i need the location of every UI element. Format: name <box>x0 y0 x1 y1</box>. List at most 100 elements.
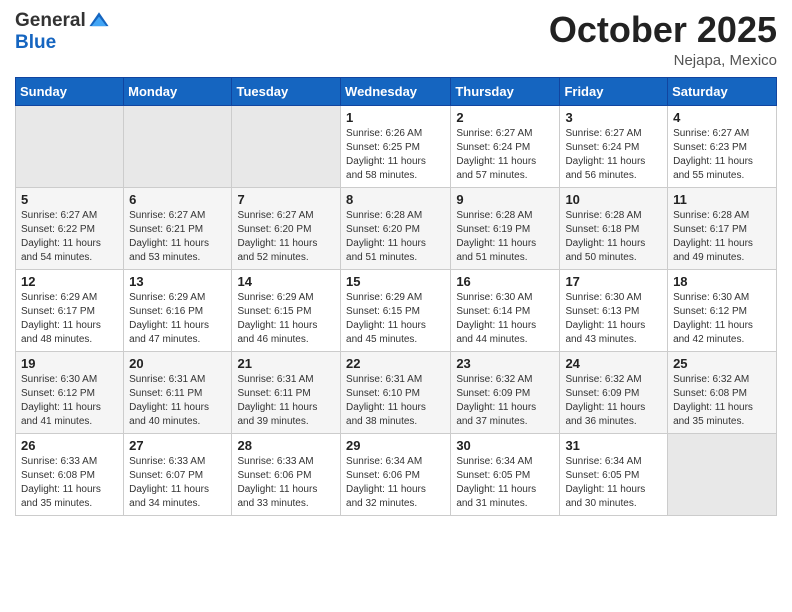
week-row-1: 1Sunrise: 6:26 AMSunset: 6:25 PMDaylight… <box>16 105 777 187</box>
day-number: 28 <box>237 438 335 453</box>
day-cell: 22Sunrise: 6:31 AMSunset: 6:10 PMDayligh… <box>341 351 451 433</box>
weekday-header-sunday: Sunday <box>16 77 124 105</box>
day-cell: 13 Sunrise: 6:29 AMSunset: 6:16 PMDayligh… <box>124 269 232 351</box>
day-info: Sunrise: 6:28 AMSunset: 6:17 PMDaylight:… <box>673 209 771 265</box>
day-info: Sunrise: 6:27 AMSunset: 6:21 PMDaylight:… <box>129 209 226 265</box>
day-number: 14 <box>237 274 335 289</box>
weekday-header-tuesday: Tuesday <box>232 77 341 105</box>
day-number: 4 <box>673 110 771 125</box>
day-cell: 26 Sunrise: 6:33 AMSunset: 6:08 PMDayligh… <box>16 433 124 515</box>
day-info: Sunrise: 6:32 AMSunset: 6:09 PMDaylight:… <box>456 373 554 429</box>
weekday-header-thursday: Thursday <box>451 77 560 105</box>
day-info: Sunrise: 6:30 AMSunset: 6:14 PMDaylight:… <box>456 291 554 347</box>
week-row-4: 19 Sunrise: 6:30 AMSunset: 6:12 PMDayligh… <box>16 351 777 433</box>
day-number: 29 <box>346 438 445 453</box>
day-cell: 20Sunrise: 6:31 AMSunset: 6:11 PMDayligh… <box>124 351 232 433</box>
day-info: Sunrise: 6:29 AMSunset: 6:16 PMDaylight:… <box>129 291 226 347</box>
day-info: Sunrise: 6:34 AMSunset: 6:05 PMDaylight:… <box>565 455 662 511</box>
day-cell: 11 Sunrise: 6:28 AMSunset: 6:17 PMDayligh… <box>668 187 777 269</box>
day-number: 27 <box>129 438 226 453</box>
day-number: 26 <box>21 438 118 453</box>
day-info: Sunrise: 6:27 AMSunset: 6:24 PMDaylight:… <box>456 127 554 183</box>
day-cell: 28 Sunrise: 6:33 AMSunset: 6:06 PMDayligh… <box>232 433 341 515</box>
day-info: Sunrise: 6:29 AMSunset: 6:17 PMDaylight:… <box>21 291 118 347</box>
day-cell: 7Sunrise: 6:27 AMSunset: 6:20 PMDaylight… <box>232 187 341 269</box>
day-info: Sunrise: 6:33 AMSunset: 6:07 PMDaylight:… <box>129 455 226 511</box>
day-cell: 8 Sunrise: 6:28 AMSunset: 6:20 PMDaylight… <box>341 187 451 269</box>
day-cell: 4 Sunrise: 6:27 AMSunset: 6:23 PMDaylight… <box>668 105 777 187</box>
day-info: Sunrise: 6:30 AMSunset: 6:12 PMDaylight:… <box>673 291 771 347</box>
day-cell: 15Sunrise: 6:29 AMSunset: 6:15 PMDayligh… <box>341 269 451 351</box>
day-info: Sunrise: 6:33 AMSunset: 6:08 PMDaylight:… <box>21 455 118 511</box>
day-cell <box>232 105 341 187</box>
day-cell <box>668 433 777 515</box>
day-cell: 1Sunrise: 6:26 AMSunset: 6:25 PMDaylight… <box>341 105 451 187</box>
day-number: 8 <box>346 192 445 207</box>
day-number: 12 <box>21 274 118 289</box>
day-info: Sunrise: 6:28 AMSunset: 6:20 PMDaylight:… <box>346 209 445 265</box>
day-cell: 31 Sunrise: 6:34 AMSunset: 6:05 PMDayligh… <box>560 433 668 515</box>
day-cell: 21Sunrise: 6:31 AMSunset: 6:11 PMDayligh… <box>232 351 341 433</box>
weekday-header-wednesday: Wednesday <box>341 77 451 105</box>
page: General Blue October 2025 Nejapa, Mexico… <box>0 0 792 612</box>
month-title: October 2025 <box>549 10 777 50</box>
day-info: Sunrise: 6:32 AMSunset: 6:08 PMDaylight:… <box>673 373 771 429</box>
day-info: Sunrise: 6:29 AMSunset: 6:15 PMDaylight:… <box>237 291 335 347</box>
day-cell: 23 Sunrise: 6:32 AMSunset: 6:09 PMDayligh… <box>451 351 560 433</box>
weekday-header-saturday: Saturday <box>668 77 777 105</box>
logo-general: General <box>15 10 86 32</box>
weekday-header-row: SundayMondayTuesdayWednesdayThursdayFrid… <box>16 77 777 105</box>
day-info: Sunrise: 6:30 AMSunset: 6:12 PMDaylight:… <box>21 373 118 429</box>
day-number: 7 <box>237 192 335 207</box>
day-cell: 9Sunrise: 6:28 AMSunset: 6:19 PMDaylight… <box>451 187 560 269</box>
logo: General Blue <box>15 10 110 54</box>
day-info: Sunrise: 6:27 AMSunset: 6:22 PMDaylight:… <box>21 209 118 265</box>
day-number: 3 <box>565 110 662 125</box>
day-cell <box>16 105 124 187</box>
day-info: Sunrise: 6:27 AMSunset: 6:23 PMDaylight:… <box>673 127 771 183</box>
day-number: 10 <box>565 192 662 207</box>
day-number: 19 <box>21 356 118 371</box>
weekday-header-friday: Friday <box>560 77 668 105</box>
day-cell: 14 Sunrise: 6:29 AMSunset: 6:15 PMDayligh… <box>232 269 341 351</box>
header: General Blue October 2025 Nejapa, Mexico <box>15 10 777 69</box>
day-number: 5 <box>21 192 118 207</box>
day-number: 2 <box>456 110 554 125</box>
day-info: Sunrise: 6:33 AMSunset: 6:06 PMDaylight:… <box>237 455 335 511</box>
day-info: Sunrise: 6:31 AMSunset: 6:11 PMDaylight:… <box>237 373 335 429</box>
day-cell: 19 Sunrise: 6:30 AMSunset: 6:12 PMDayligh… <box>16 351 124 433</box>
day-info: Sunrise: 6:26 AMSunset: 6:25 PMDaylight:… <box>346 127 445 183</box>
logo-icon <box>88 10 110 32</box>
week-row-5: 26 Sunrise: 6:33 AMSunset: 6:08 PMDayligh… <box>16 433 777 515</box>
day-number: 31 <box>565 438 662 453</box>
week-row-2: 5 Sunrise: 6:27 AMSunset: 6:22 PMDaylight… <box>16 187 777 269</box>
day-number: 30 <box>456 438 554 453</box>
day-cell: 5 Sunrise: 6:27 AMSunset: 6:22 PMDaylight… <box>16 187 124 269</box>
day-number: 23 <box>456 356 554 371</box>
day-cell: 10 Sunrise: 6:28 AMSunset: 6:18 PMDayligh… <box>560 187 668 269</box>
day-cell <box>124 105 232 187</box>
day-cell: 16 Sunrise: 6:30 AMSunset: 6:14 PMDayligh… <box>451 269 560 351</box>
location: Nejapa, Mexico <box>549 52 777 69</box>
day-number: 11 <box>673 192 771 207</box>
day-number: 25 <box>673 356 771 371</box>
day-info: Sunrise: 6:31 AMSunset: 6:10 PMDaylight:… <box>346 373 445 429</box>
day-cell: 25 Sunrise: 6:32 AMSunset: 6:08 PMDayligh… <box>668 351 777 433</box>
logo-blue: Blue <box>15 32 56 53</box>
day-number: 9 <box>456 192 554 207</box>
day-number: 13 <box>129 274 226 289</box>
day-info: Sunrise: 6:34 AMSunset: 6:06 PMDaylight:… <box>346 455 445 511</box>
day-number: 24 <box>565 356 662 371</box>
day-info: Sunrise: 6:31 AMSunset: 6:11 PMDaylight:… <box>129 373 226 429</box>
day-cell: 29 Sunrise: 6:34 AMSunset: 6:06 PMDayligh… <box>341 433 451 515</box>
day-cell: 2 Sunrise: 6:27 AMSunset: 6:24 PMDaylight… <box>451 105 560 187</box>
week-row-3: 12 Sunrise: 6:29 AMSunset: 6:17 PMDayligh… <box>16 269 777 351</box>
day-number: 16 <box>456 274 554 289</box>
day-number: 15 <box>346 274 445 289</box>
day-info: Sunrise: 6:30 AMSunset: 6:13 PMDaylight:… <box>565 291 662 347</box>
day-cell: 30Sunrise: 6:34 AMSunset: 6:05 PMDayligh… <box>451 433 560 515</box>
day-number: 17 <box>565 274 662 289</box>
day-info: Sunrise: 6:28 AMSunset: 6:18 PMDaylight:… <box>565 209 662 265</box>
day-info: Sunrise: 6:27 AMSunset: 6:24 PMDaylight:… <box>565 127 662 183</box>
day-cell: 6Sunrise: 6:27 AMSunset: 6:21 PMDaylight… <box>124 187 232 269</box>
